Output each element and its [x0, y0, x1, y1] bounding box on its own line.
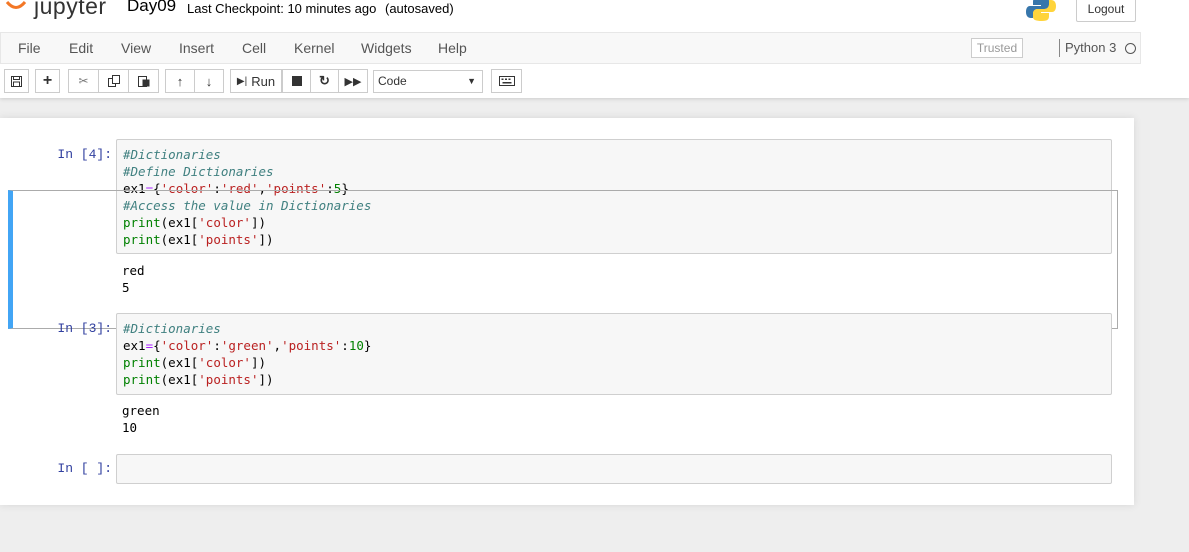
save-button[interactable] — [4, 69, 29, 93]
jupyter-logo-text[interactable]: jupyter — [34, 0, 107, 20]
menu-view[interactable]: View — [121, 40, 151, 56]
arrow-up-icon: ↑ — [176, 73, 184, 89]
restart-button[interactable]: ↻ — [310, 69, 339, 93]
trusted-indicator[interactable]: Trusted — [971, 38, 1023, 58]
code-line: print(ex1['points']) — [123, 372, 274, 387]
command-palette-button[interactable] — [491, 69, 522, 93]
code-line: #Dictionaries — [123, 147, 221, 162]
kernel-separator — [1059, 39, 1060, 57]
selected-cell-border — [8, 190, 1118, 329]
save-icon — [11, 75, 22, 87]
copy-button[interactable] — [98, 69, 129, 93]
autosave-status: (autosaved) — [385, 1, 454, 16]
restart-run-all-button[interactable]: ▶▶ — [338, 69, 368, 93]
toolbar: + ✂ ↑ ↓ ▶| Run ↻ ▶▶ Code ▼ — [0, 64, 1189, 98]
menu-edit[interactable]: Edit — [69, 40, 93, 56]
arrow-down-icon: ↓ — [205, 73, 213, 89]
menu-file[interactable]: File — [18, 40, 41, 56]
menu-cell[interactable]: Cell — [242, 40, 266, 56]
notebook-title[interactable]: Day09 — [127, 0, 176, 16]
menu-bar: File Edit View Insert Cell Kernel Widget… — [0, 32, 1141, 64]
logout-button[interactable]: Logout — [1076, 0, 1136, 22]
cell-prompt: In [3]: — [57, 321, 112, 336]
stop-icon — [291, 76, 302, 86]
kernel-status-icon — [1125, 43, 1136, 54]
cell-prompt: In [4]: — [57, 147, 112, 162]
code-line: #Define Dictionaries — [123, 164, 274, 179]
fast-forward-icon: ▶▶ — [344, 75, 362, 88]
menu-help[interactable]: Help — [438, 40, 467, 56]
jupyter-logo-icon[interactable] — [5, 0, 27, 16]
menu-insert[interactable]: Insert — [179, 40, 214, 56]
insert-cell-button[interactable]: + — [35, 69, 60, 93]
menu-widgets[interactable]: Widgets — [361, 40, 412, 56]
cell-output: green 10 — [122, 402, 160, 436]
cell-type-value: Code — [378, 74, 407, 88]
output-line: green — [122, 403, 160, 418]
move-down-button[interactable]: ↓ — [194, 69, 224, 93]
code-line: print(ex1['color']) — [123, 355, 267, 370]
code-line: ex1={'color':'green','points':10} — [123, 338, 372, 353]
cell-prompt: In [ ]: — [57, 461, 112, 476]
run-label: Run — [251, 73, 276, 89]
checkpoint-status: Last Checkpoint: 10 minutes ago — [187, 1, 377, 16]
menu-kernel[interactable]: Kernel — [294, 40, 334, 56]
copy-icon — [107, 75, 120, 87]
scissors-icon: ✂ — [78, 74, 89, 88]
move-up-button[interactable]: ↑ — [165, 69, 195, 93]
keyboard-icon — [498, 76, 515, 86]
interrupt-button[interactable] — [282, 69, 311, 93]
code-line: #Dictionaries — [123, 321, 221, 336]
cell-type-select[interactable]: Code ▼ — [373, 70, 483, 93]
cut-button[interactable]: ✂ — [68, 69, 99, 93]
kernel-name: Python 3 — [1065, 40, 1117, 55]
step-forward-icon: ▶| — [236, 75, 248, 87]
code-cell-input-empty[interactable] — [116, 454, 1112, 484]
header-row: jupyter Day09 Last Checkpoint: 10 minute… — [0, 0, 1189, 32]
run-button[interactable]: ▶| Run — [230, 69, 282, 93]
plus-icon: + — [42, 72, 53, 89]
notebook-header: jupyter Day09 Last Checkpoint: 10 minute… — [0, 0, 1189, 98]
caret-down-icon: ▼ — [467, 76, 476, 86]
restart-icon: ↻ — [319, 73, 330, 88]
python-logo-icon — [1026, 0, 1056, 21]
paste-icon — [137, 76, 149, 87]
output-line: 10 — [122, 420, 138, 435]
paste-button[interactable] — [128, 69, 159, 93]
code-cell-input[interactable]: #Dictionaries ex1={'color':'green','poin… — [116, 313, 1112, 395]
